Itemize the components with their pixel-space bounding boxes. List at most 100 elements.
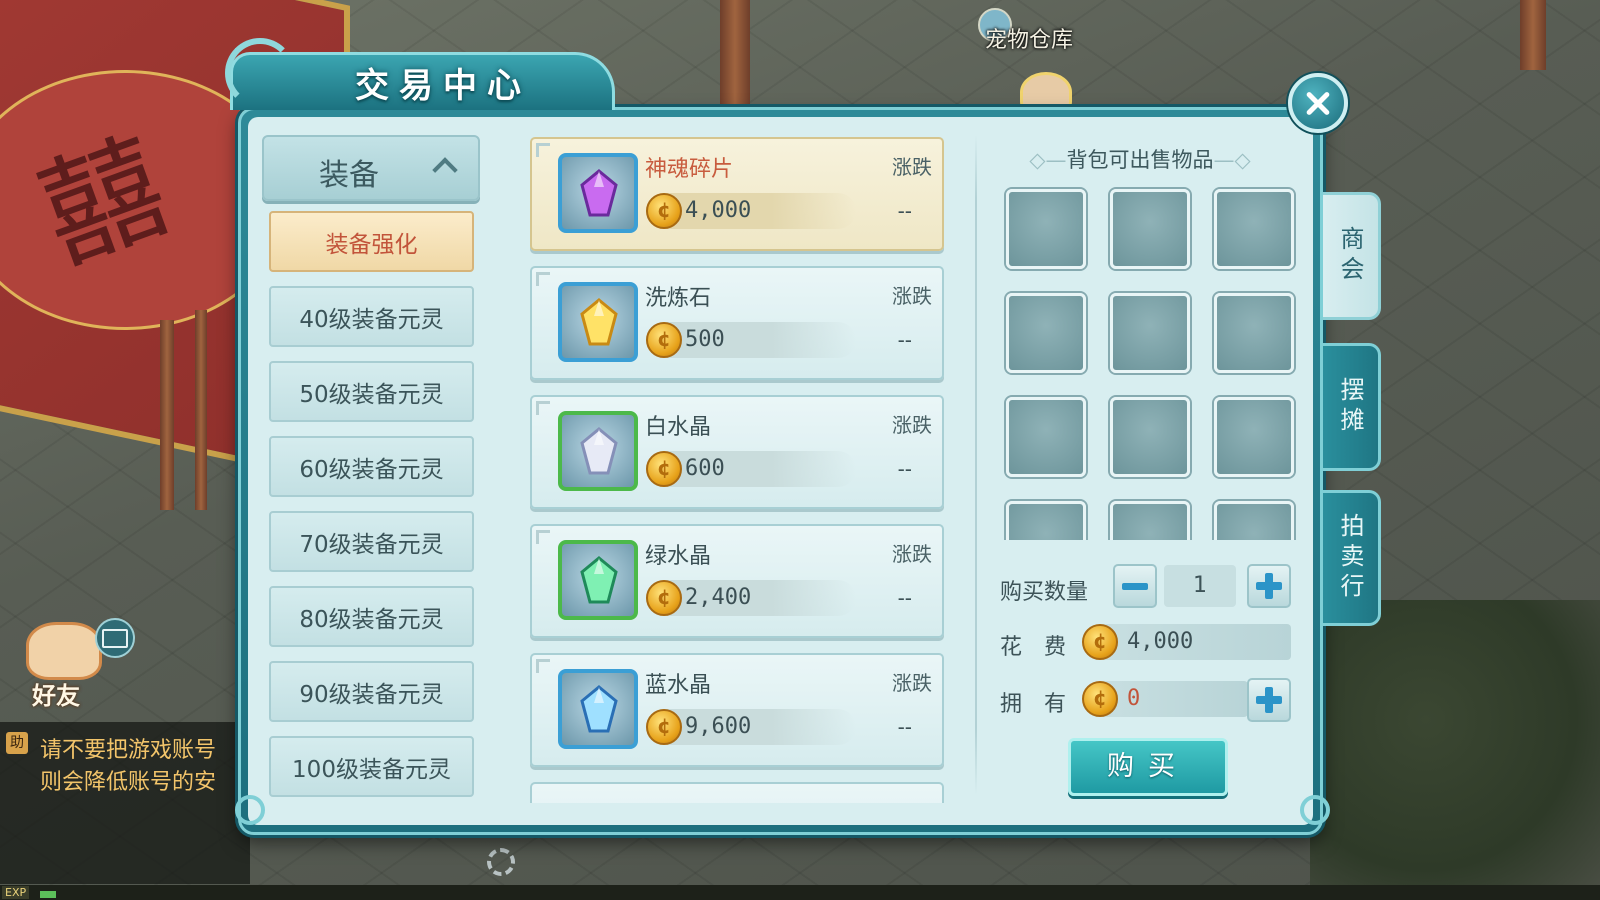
bag-slot[interactable] bbox=[1110, 501, 1190, 540]
category-header-equipment[interactable]: 装备 bbox=[262, 135, 480, 201]
card-corner-ornament bbox=[536, 530, 550, 544]
buy-button[interactable]: 购买 bbox=[1068, 738, 1228, 796]
trend-header: 涨跌 bbox=[892, 671, 932, 695]
item-card[interactable]: 白水晶 涨跌 600 -- bbox=[530, 395, 944, 509]
item-trend: -- bbox=[897, 715, 912, 739]
minus-icon bbox=[1122, 582, 1148, 590]
divider bbox=[975, 135, 977, 795]
bag-grid[interactable] bbox=[1000, 185, 1300, 540]
side-tab[interactable]: 摆摊 bbox=[1323, 343, 1381, 471]
tree-shadow bbox=[1310, 600, 1600, 900]
plus-icon bbox=[1256, 573, 1282, 599]
trend-header: 涨跌 bbox=[892, 542, 932, 566]
friends-label: 好友 bbox=[32, 682, 80, 710]
chat-channel-badge: 助 bbox=[6, 732, 28, 754]
card-corner-ornament bbox=[536, 659, 550, 673]
item-card[interactable]: 洗炼石 涨跌 500 -- bbox=[530, 266, 944, 380]
friends-button[interactable]: 好友 bbox=[20, 622, 106, 712]
category-item[interactable]: 50级装备元灵 bbox=[269, 361, 474, 422]
gold-coin-icon bbox=[1082, 624, 1118, 660]
blue-crystal-icon bbox=[558, 669, 638, 749]
bag-title-text: 背包可出售物品 bbox=[1066, 148, 1214, 172]
bag-slot[interactable] bbox=[1006, 293, 1086, 373]
bag-slot[interactable] bbox=[1006, 189, 1086, 269]
gold-coin-icon bbox=[646, 451, 682, 487]
bag-slot[interactable] bbox=[1214, 397, 1294, 477]
bag-slot[interactable] bbox=[1214, 189, 1294, 269]
item-card[interactable]: 神魂碎片 涨跌 4,000 -- bbox=[530, 137, 944, 251]
gold-crystal-icon bbox=[558, 282, 638, 362]
item-price: 4,000 bbox=[685, 198, 752, 223]
category-item[interactable]: 40级装备元灵 bbox=[269, 286, 474, 347]
chat-box[interactable]: 助 请不要把游戏账号 则会降低账号的安 bbox=[0, 722, 250, 884]
cost-label: 花 费 bbox=[1000, 635, 1067, 660]
quantity-increase-button[interactable] bbox=[1247, 564, 1291, 608]
window-title: 交易中心 bbox=[355, 66, 531, 106]
item-price: 9,600 bbox=[685, 714, 752, 739]
close-button[interactable] bbox=[1288, 73, 1348, 133]
bag-slot[interactable] bbox=[1110, 397, 1190, 477]
item-price: 600 bbox=[685, 456, 725, 481]
bag-slot[interactable] bbox=[1214, 501, 1294, 540]
friends-avatar-icon bbox=[26, 622, 102, 680]
category-item[interactable]: 80级装备元灵 bbox=[269, 586, 474, 647]
quantity-label: 购买数量 bbox=[1000, 580, 1089, 605]
gold-coin-icon bbox=[646, 709, 682, 745]
category-header-label: 装备 bbox=[319, 158, 379, 193]
item-name: 白水晶 bbox=[645, 415, 712, 440]
trend-header: 涨跌 bbox=[892, 155, 932, 179]
recharge-button[interactable] bbox=[1247, 678, 1291, 722]
side-tab[interactable]: 拍卖行 bbox=[1323, 490, 1381, 626]
category-item[interactable]: 90级装备元灵 bbox=[269, 661, 474, 722]
npc-avatar[interactable] bbox=[1020, 72, 1072, 112]
weapon-rack bbox=[160, 320, 174, 510]
chat-line: 则会降低账号的安 bbox=[40, 770, 217, 795]
category-item[interactable]: 70级装备元灵 bbox=[269, 511, 474, 572]
category-item[interactable]: 60级装备元灵 bbox=[269, 436, 474, 497]
item-name: 绿水晶 bbox=[645, 544, 712, 569]
category-item[interactable]: 100级装备元灵 bbox=[269, 736, 474, 797]
gear-icon[interactable] bbox=[487, 848, 515, 876]
exp-fill bbox=[40, 891, 56, 898]
bag-slot[interactable] bbox=[1214, 293, 1294, 373]
cloud-swirl-ornament bbox=[1300, 795, 1330, 825]
chevron-up-icon bbox=[432, 157, 458, 183]
green-crystal-icon bbox=[558, 540, 638, 620]
cloud-swirl-ornament bbox=[235, 795, 265, 825]
item-price: 2,400 bbox=[685, 585, 752, 610]
item-name: 蓝水晶 bbox=[645, 673, 712, 698]
category-item[interactable]: 装备强化 bbox=[269, 211, 474, 272]
bag-slot[interactable] bbox=[1006, 501, 1086, 540]
card-corner-ornament bbox=[536, 272, 550, 286]
item-card[interactable]: 绿水晶 涨跌 2,400 -- bbox=[530, 524, 944, 638]
card-corner-ornament bbox=[536, 143, 550, 157]
item-card-partial[interactable] bbox=[530, 782, 944, 803]
side-tab[interactable]: 商会 bbox=[1323, 192, 1381, 320]
weapon-rack bbox=[195, 310, 207, 510]
bag-title: ◇—背包可出售物品—◇ bbox=[1005, 144, 1275, 174]
trend-header: 涨跌 bbox=[892, 413, 932, 437]
own-field bbox=[1098, 681, 1248, 717]
exp-label: EXP bbox=[2, 886, 30, 899]
item-trend: -- bbox=[897, 457, 912, 481]
bag-slot[interactable] bbox=[1110, 189, 1190, 269]
item-price: 500 bbox=[685, 327, 725, 352]
bag-slot[interactable] bbox=[1110, 293, 1190, 373]
card-corner-ornament bbox=[536, 401, 550, 415]
quantity-decrease-button[interactable] bbox=[1113, 564, 1157, 608]
bag-title-ornament: ◇— bbox=[1029, 148, 1067, 172]
item-list[interactable]: 神魂碎片涨跌4,000--洗炼石涨跌500--白水晶涨跌600--绿水晶涨跌2,… bbox=[528, 135, 948, 803]
wooden-post bbox=[720, 0, 750, 110]
item-trend: -- bbox=[897, 586, 912, 610]
item-trend: -- bbox=[897, 328, 912, 352]
trend-header: 涨跌 bbox=[892, 284, 932, 308]
item-card[interactable]: 蓝水晶 涨跌 9,600 -- bbox=[530, 653, 944, 767]
gold-coin-icon bbox=[646, 580, 682, 616]
quantity-input[interactable] bbox=[1164, 565, 1236, 607]
gold-coin-icon bbox=[646, 193, 682, 229]
bag-slot[interactable] bbox=[1006, 397, 1086, 477]
pet-warehouse-label[interactable]: 宠物仓库 bbox=[985, 22, 1073, 54]
exp-bar bbox=[0, 885, 1600, 900]
item-name: 神魂碎片 bbox=[645, 157, 734, 182]
mail-icon[interactable] bbox=[95, 618, 135, 658]
